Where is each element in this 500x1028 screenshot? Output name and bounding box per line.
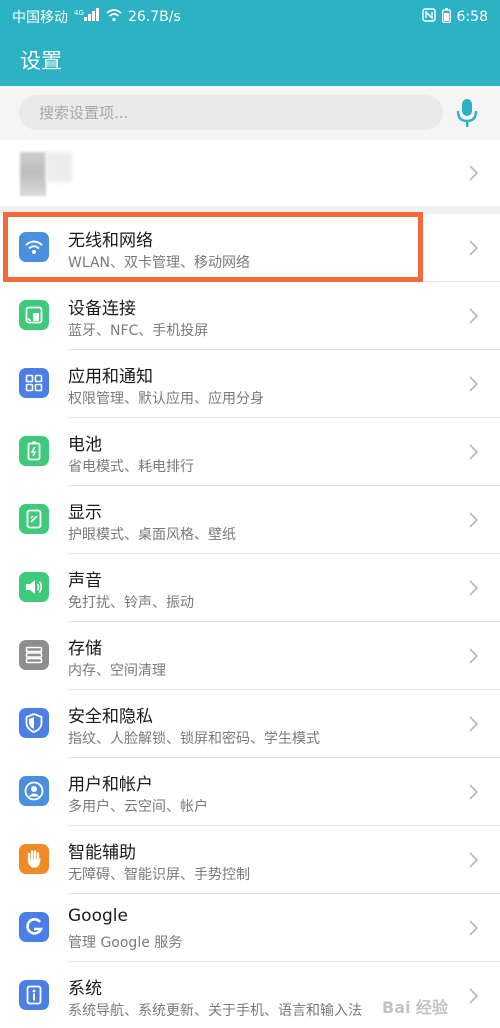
settings-item-title: 电池: [68, 435, 102, 455]
settings-item-subtitle: 无障碍、智能识屏、手势控制: [68, 867, 250, 883]
display-icon: [19, 504, 49, 534]
chevron-right-icon: [469, 648, 479, 664]
settings-item-subtitle: 系统导航、系统更新、关于手机、语言和输入法: [68, 1003, 362, 1019]
shield-icon: [19, 708, 49, 738]
chevron-right-icon: [469, 165, 479, 181]
settings-item-title: 安全和隐私: [68, 707, 153, 727]
chevron-right-icon: [469, 852, 479, 868]
settings-item-storage[interactable]: 存储 内存、空间清理: [0, 622, 500, 690]
apps-icon: [19, 368, 49, 398]
section-divider: [0, 206, 500, 214]
wifi-status-icon: [106, 8, 122, 26]
network-speed: 26.7B/s: [128, 9, 181, 25]
settings-item-subtitle: 权限管理、默认应用、应用分身: [68, 391, 264, 407]
settings-item-users-accounts[interactable]: 用户和帐户 多用户、云空间、帐户: [0, 758, 500, 826]
status-bar: 中国移动 4G 26.7B/s 6:58: [0, 0, 500, 34]
settings-item-title: 声音: [68, 571, 102, 591]
carrier-label: 中国移动: [12, 10, 68, 26]
wifi-icon: [19, 232, 49, 262]
storage-icon: [19, 640, 49, 670]
page-title: 设置: [20, 49, 62, 73]
settings-item-wireless[interactable]: 无线和网络 WLAN、双卡管理、移动网络: [0, 214, 500, 282]
settings-item-battery[interactable]: 电池 省电模式、耗电排行: [0, 418, 500, 486]
signal-icon: 4G: [74, 8, 100, 26]
settings-item-security-privacy[interactable]: 安全和隐私 指纹、人脸解锁、锁屏和密码、学生模式: [0, 690, 500, 758]
settings-item-subtitle: 免打扰、铃声、振动: [68, 595, 194, 611]
settings-item-title: 用户和帐户: [68, 775, 153, 795]
app-bar: 设置: [0, 34, 500, 86]
chevron-right-icon: [469, 308, 479, 324]
settings-item-title: 显示: [68, 503, 102, 523]
hand-icon: [19, 844, 49, 874]
search-input[interactable]: 搜索设置项...: [19, 95, 443, 130]
settings-item-subtitle: 内存、空间清理: [68, 663, 166, 679]
chevron-right-icon: [469, 376, 479, 392]
chevron-right-icon: [469, 784, 479, 800]
settings-item-subtitle: 多用户、云空间、帐户: [68, 799, 208, 815]
settings-item-title: 无线和网络: [68, 231, 153, 251]
settings-item-subtitle: 蓝牙、NFC、手机投屏: [68, 323, 209, 339]
system-info-icon: [19, 980, 49, 1010]
settings-item-subtitle: 护眼模式、桌面风格、壁纸: [68, 527, 236, 543]
search-area: 搜索设置项...: [0, 86, 500, 140]
chevron-right-icon: [469, 580, 479, 596]
settings-item-google[interactable]: Google 管理 Google 服务: [0, 894, 500, 962]
nfc-icon: [421, 8, 436, 26]
settings-item-title: 应用和通知: [68, 367, 153, 387]
settings-list: 无线和网络 WLAN、双卡管理、移动网络 设备连接 蓝牙、NFC、手机投屏 应用…: [0, 214, 500, 1028]
mic-icon[interactable]: [455, 98, 479, 128]
settings-item-title: 智能辅助: [68, 843, 136, 863]
google-icon: [19, 912, 49, 942]
settings-item-device-connection[interactable]: 设备连接 蓝牙、NFC、手机投屏: [0, 282, 500, 350]
settings-item-display[interactable]: 显示 护眼模式、桌面风格、壁纸: [0, 486, 500, 554]
settings-item-smart-assistance[interactable]: 智能辅助 无障碍、智能识屏、手势控制: [0, 826, 500, 894]
settings-item-sound[interactable]: 声音 免打扰、铃声、振动: [0, 554, 500, 622]
battery-icon: [19, 436, 49, 466]
svg-text:4G: 4G: [74, 9, 84, 17]
settings-item-subtitle: 省电模式、耗电排行: [68, 459, 194, 475]
user-icon: [19, 776, 49, 806]
settings-item-subtitle: 管理 Google 服务: [68, 935, 183, 951]
device-connect-icon: [19, 300, 49, 330]
search-placeholder: 搜索设置项...: [39, 104, 129, 122]
settings-item-apps-notifications[interactable]: 应用和通知 权限管理、默认应用、应用分身: [0, 350, 500, 418]
settings-item-title: 系统: [68, 979, 102, 999]
settings-item-title: Google: [68, 906, 128, 926]
battery-status-icon: [441, 7, 451, 27]
clock: 6:58: [456, 9, 488, 25]
chevron-right-icon: [469, 716, 479, 732]
account-entry[interactable]: [0, 140, 500, 206]
chevron-right-icon: [469, 920, 479, 936]
chevron-right-icon: [469, 988, 479, 1004]
chevron-right-icon: [469, 444, 479, 460]
chevron-right-icon: [469, 240, 479, 256]
watermark: Bai 经验: [382, 998, 449, 1017]
settings-item-title: 设备连接: [68, 299, 136, 319]
settings-item-title: 存储: [68, 639, 102, 659]
settings-item-subtitle: WLAN、双卡管理、移动网络: [68, 255, 251, 271]
chevron-right-icon: [469, 512, 479, 528]
account-name-blur: [46, 152, 72, 182]
sound-icon: [19, 572, 49, 602]
settings-item-subtitle: 指纹、人脸解锁、锁屏和密码、学生模式: [68, 731, 320, 747]
avatar: [20, 152, 46, 196]
